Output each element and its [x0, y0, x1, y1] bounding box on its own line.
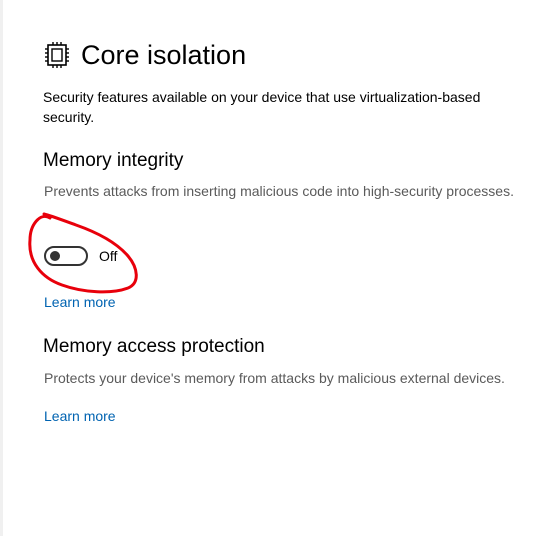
core-isolation-chip-icon [43, 41, 71, 69]
memory-integrity-toggle[interactable]: Off [44, 246, 117, 266]
memory-integrity-description: Prevents attacks from inserting maliciou… [44, 183, 514, 199]
memory-access-protection-learn-more-link[interactable]: Learn more [44, 408, 116, 424]
page-title: Core isolation [81, 40, 247, 70]
toggle-knob [50, 251, 60, 261]
window-left-border [0, 0, 3, 536]
page-header: Core isolation [43, 36, 246, 74]
memory-integrity-heading: Memory integrity [43, 150, 184, 171]
toggle-switch[interactable] [44, 246, 88, 266]
memory-access-protection-description: Protects your device's memory from attac… [44, 370, 505, 386]
red-circle-annotation [28, 212, 138, 294]
memory-integrity-learn-more-link[interactable]: Learn more [44, 294, 116, 310]
toggle-state-label: Off [99, 248, 118, 264]
page-description: Security features available on your devi… [43, 89, 481, 125]
memory-access-protection-heading: Memory access protection [43, 336, 265, 357]
